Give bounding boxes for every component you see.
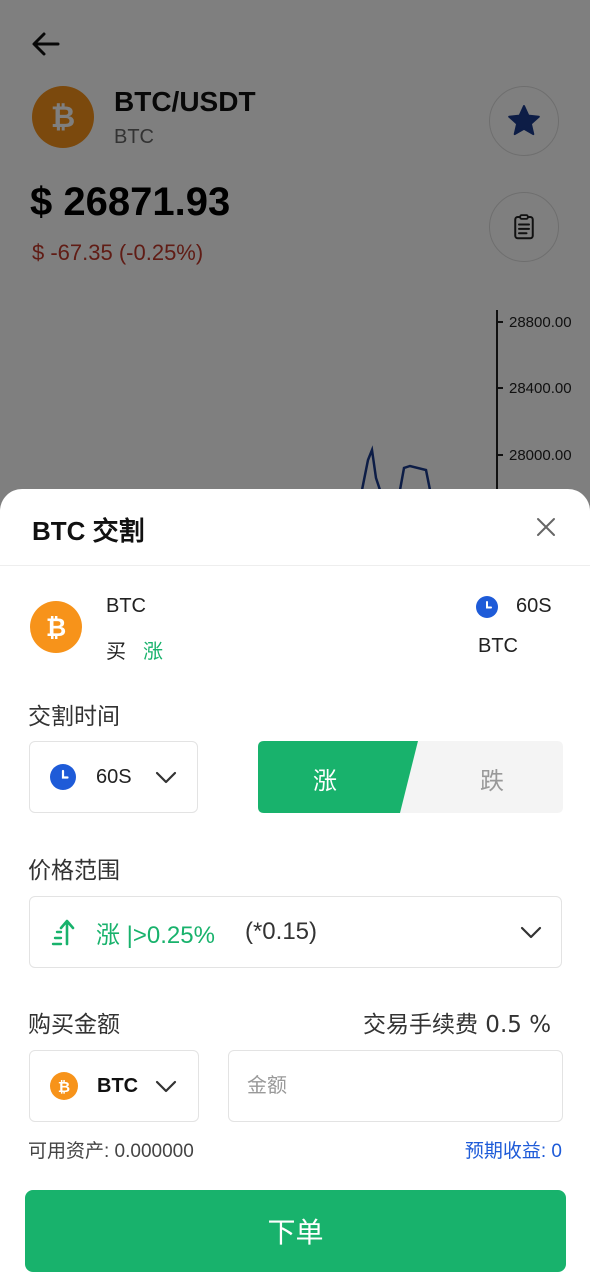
time-value: 60S (516, 595, 552, 617)
chevron-down-icon (155, 771, 176, 784)
time-summary: 60S (476, 595, 552, 618)
delivery-time-label: 交割时间 (28, 704, 120, 730)
up-button[interactable]: 涨 (258, 741, 413, 813)
fee-label: 交易手续费 0.5 % (363, 1012, 552, 1038)
chevron-down-icon (520, 926, 542, 939)
available-assets: 可用资产: 0.000000 (28, 1141, 194, 1162)
trend-up-icon (51, 919, 75, 946)
coin-name: BTC (106, 595, 146, 617)
svg-text:₿: ₿ (46, 613, 66, 642)
sheet-header: BTC 交割 (0, 489, 590, 566)
up-label: 涨 (313, 767, 337, 795)
bitcoin-logo-icon: ₿ (30, 601, 82, 653)
direction-toggle: 涨 跌 (258, 741, 563, 813)
clock-icon (50, 764, 76, 790)
coin-right: BTC (478, 635, 518, 657)
currency-value: BTC (97, 1074, 139, 1097)
place-order-button[interactable]: 下单 (25, 1190, 566, 1272)
price-range-value: 涨 |>0.25% (96, 921, 215, 949)
buy-label: 买 (106, 639, 126, 663)
currency-select[interactable]: ₿ BTC (29, 1050, 199, 1122)
down-button[interactable]: 跌 (408, 741, 563, 813)
svg-text:₿: ₿ (58, 1078, 70, 1096)
chevron-down-icon (156, 1080, 177, 1093)
delivery-time-value: 60S (96, 765, 132, 788)
down-label: 跌 (480, 767, 504, 795)
coin-summary: ₿ BTC 买 涨 60S BTC (0, 589, 590, 669)
price-range-label: 价格范围 (28, 858, 120, 884)
order-sheet: BTC 交割 ₿ BTC 买 涨 60S BTC 交割时间 60S 涨 跌 价格… (0, 489, 590, 1280)
buy-direction: 涨 (143, 639, 163, 663)
price-range-multiplier: (*0.15) (244, 918, 318, 945)
close-icon[interactable] (530, 511, 562, 543)
amount-input[interactable] (228, 1050, 563, 1122)
bitcoin-logo-icon: ₿ (50, 1072, 78, 1100)
sheet-title: BTC 交割 (32, 516, 145, 546)
clock-icon (476, 595, 498, 618)
amount-label: 购买金额 (28, 1012, 120, 1038)
price-range-select[interactable]: 涨 |>0.25% (*0.15) (29, 896, 562, 968)
expected-profit: 预期收益: 0 (464, 1141, 562, 1162)
delivery-time-select[interactable]: 60S (29, 741, 198, 813)
